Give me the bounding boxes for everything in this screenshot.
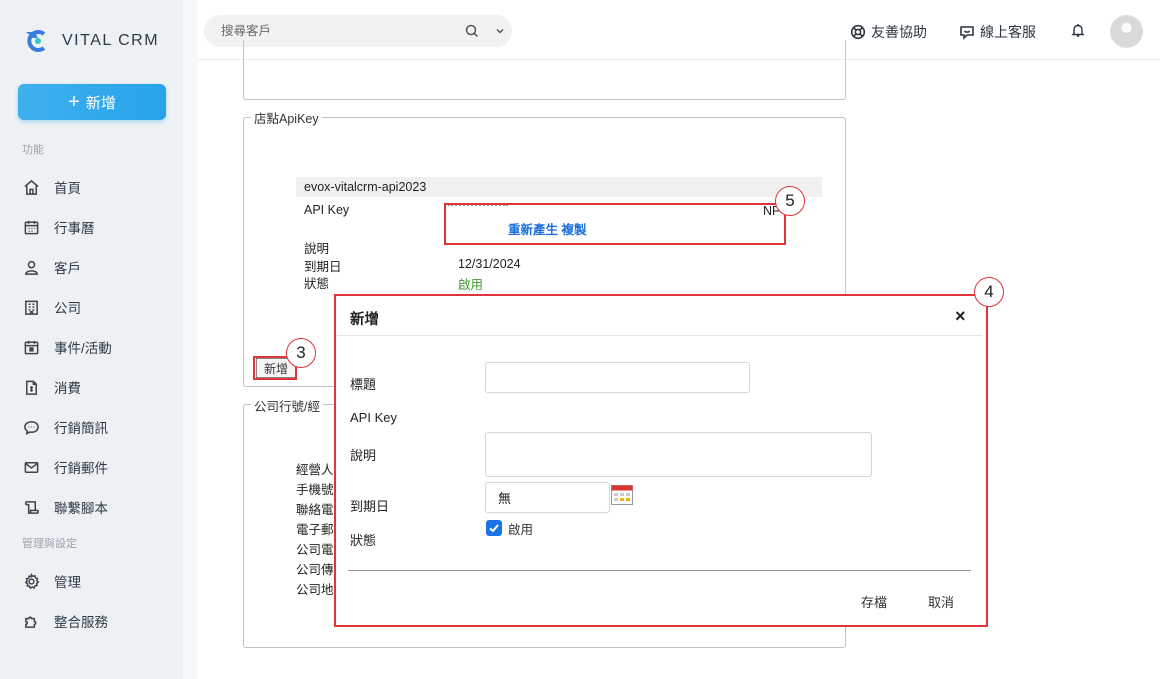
sidebar-item-label: 整合服務 xyxy=(54,615,108,630)
section-admin-label: 管理與設定 xyxy=(22,538,77,550)
search-input[interactable] xyxy=(221,24,441,38)
support-link-label: 線上客服 xyxy=(980,24,1036,40)
company-field-label: 聯絡電 xyxy=(296,503,334,517)
sms-icon xyxy=(22,418,40,436)
company-field-label: 公司地 xyxy=(296,583,334,597)
expiry-value: 12/31/2024 xyxy=(458,257,521,271)
search-icon[interactable] xyxy=(464,23,480,39)
sidebar-item-label: 管理 xyxy=(54,575,81,590)
gear-icon xyxy=(22,572,40,590)
sidebar-item-manage[interactable]: 管理 xyxy=(22,571,81,591)
receipt-icon xyxy=(22,378,40,396)
company-field-label: 公司傳 xyxy=(296,563,334,577)
section-functions-label: 功能 xyxy=(22,144,44,156)
vital-logo-icon xyxy=(26,30,46,52)
calendar-icon xyxy=(22,218,40,236)
annotation-box-4 xyxy=(334,294,988,627)
desc-label: 說明 xyxy=(304,242,330,256)
sidebar-item-label: 行銷簡訊 xyxy=(54,421,108,436)
previous-section xyxy=(243,40,846,100)
sidebar-item-sms[interactable]: 行銷簡訊 xyxy=(22,417,108,437)
help-link-label: 友善協助 xyxy=(871,24,927,40)
sidebar-item-label: 消費 xyxy=(54,381,81,396)
sidebar-item-calendar[interactable]: 行事曆 xyxy=(22,217,95,237)
sidebar-new-button-label: 新增 xyxy=(85,94,116,112)
support-link[interactable]: 線上客服 xyxy=(959,22,1036,42)
sidebar-item-label: 事件/活動 xyxy=(54,341,112,356)
sidebar-gutter xyxy=(183,0,198,679)
sidebar-item-consumption[interactable]: 消費 xyxy=(22,377,81,397)
brand-logo[interactable]: VITAL CRM xyxy=(22,26,159,56)
company-section-legend: 公司行號/經 xyxy=(251,396,323,415)
sidebar-item-label: 行銷郵件 xyxy=(54,461,108,476)
sidebar-item-customers[interactable]: 客戶 xyxy=(22,257,81,277)
building-icon xyxy=(22,298,40,316)
apikey-section-legend: 店點ApiKey xyxy=(251,108,322,127)
event-icon xyxy=(22,338,40,356)
sidebar-item-email[interactable]: 行銷郵件 xyxy=(22,457,108,477)
annotation-number-3: 3 xyxy=(286,338,316,368)
company-field-label: 公司電 xyxy=(296,543,334,557)
annotation-number-4: 4 xyxy=(974,277,1004,307)
sidebar: VITAL CRM + 新增 功能 首頁 行事曆 客戶 公司 事件/活動 消費 … xyxy=(0,0,183,679)
company-field-label: 手機號 xyxy=(296,483,334,497)
lifebuoy-icon xyxy=(850,24,866,40)
annotation-number-5: 5 xyxy=(775,186,805,216)
bell-icon[interactable] xyxy=(1070,22,1086,38)
avatar[interactable] xyxy=(1110,15,1143,48)
sidebar-item-label: 公司 xyxy=(54,301,81,316)
sidebar-item-companies[interactable]: 公司 xyxy=(22,297,81,317)
mail-icon xyxy=(22,458,40,476)
sidebar-new-button[interactable]: + 新增 xyxy=(18,84,166,120)
home-icon xyxy=(22,178,40,196)
apikey-name: evox-vitalcrm-api2023 xyxy=(304,180,427,194)
annotation-box-5 xyxy=(444,203,786,245)
company-field-label: 經營人 xyxy=(296,463,334,477)
chat-icon xyxy=(960,26,974,40)
sidebar-item-home[interactable]: 首頁 xyxy=(22,177,81,197)
status-label: 狀態 xyxy=(304,277,330,291)
sidebar-item-events[interactable]: 事件/活動 xyxy=(22,337,112,357)
plus-icon: + xyxy=(68,91,80,113)
puzzle-icon xyxy=(22,612,40,630)
help-link[interactable]: 友善協助 xyxy=(850,22,927,42)
sidebar-item-integrations[interactable]: 整合服務 xyxy=(22,611,108,631)
brand-name: VITAL CRM xyxy=(62,32,160,49)
user-icon xyxy=(22,258,40,276)
sidebar-item-scripts[interactable]: 聯繫腳本 xyxy=(22,497,108,517)
sidebar-item-label: 行事曆 xyxy=(54,221,95,236)
sidebar-item-label: 客戶 xyxy=(54,261,81,276)
apikey-label: API Key xyxy=(304,203,350,217)
script-icon xyxy=(22,498,40,516)
status-value: 啟用 xyxy=(458,278,484,292)
sidebar-item-label: 首頁 xyxy=(54,181,81,196)
sidebar-item-label: 聯繫腳本 xyxy=(54,501,108,516)
chevron-down-icon[interactable] xyxy=(494,25,506,37)
company-field-label: 電子郵 xyxy=(296,523,334,537)
